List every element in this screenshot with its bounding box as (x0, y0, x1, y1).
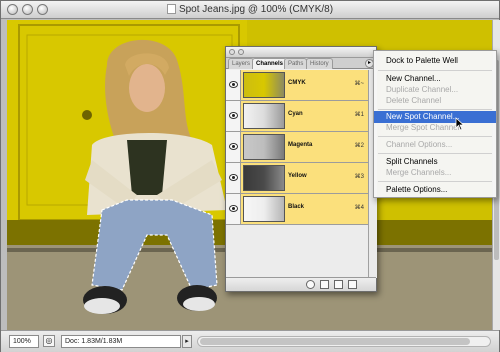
tab-paths[interactable]: Paths (284, 58, 308, 69)
hscroll-thumb[interactable] (200, 338, 470, 345)
load-selection-icon[interactable] (306, 280, 315, 289)
status-menu-arrow-icon[interactable]: ▸ (182, 335, 192, 348)
channel-name: Yellow (288, 173, 307, 179)
channel-row-yellow[interactable]: Yellow ⌘3 (226, 163, 368, 194)
channel-row-cmyk[interactable]: CMYK ⌘~ (226, 70, 368, 101)
channel-shortcut: ⌘1 (354, 112, 364, 118)
eye-icon (229, 112, 238, 119)
channel-thumbnail (243, 134, 285, 160)
palette-title-bar[interactable] (226, 47, 376, 58)
doc-size-readout: Doc: 1.83M/1.83M (61, 335, 181, 348)
document-icon (166, 4, 176, 14)
title-bar[interactable]: Spot Jeans.jpg @ 100% (CMYK/8) (1, 1, 499, 19)
status-info-icon[interactable]: ◎ (43, 335, 55, 347)
trash-icon[interactable] (348, 280, 357, 289)
channel-list: CMYK ⌘~ Cyan ⌘1 Magenta ⌘2 Yellow ⌘3 Bla… (226, 70, 368, 278)
visibility-toggle[interactable] (226, 132, 241, 162)
visibility-toggle[interactable] (226, 194, 241, 224)
visibility-toggle[interactable] (226, 163, 241, 193)
palette-close-button[interactable] (229, 49, 235, 55)
channel-list-empty-area (226, 225, 368, 278)
channel-name: Cyan (288, 111, 303, 117)
channel-name: Black (288, 204, 305, 210)
tab-channels[interactable]: Channels (252, 58, 288, 69)
menu-item-dock-to-palette-well[interactable]: Dock to Palette Well (374, 55, 496, 67)
menu-separator (378, 181, 492, 182)
menu-item-delete-channel[interactable]: Delete Channel (374, 95, 496, 107)
new-channel-icon[interactable] (334, 280, 343, 289)
zoom-field[interactable]: 100% (9, 335, 39, 348)
menu-item-palette-options[interactable]: Palette Options... (374, 184, 496, 196)
palette-collapse-button[interactable] (238, 49, 244, 55)
channel-thumbnail (243, 196, 285, 222)
channel-shortcut: ⌘3 (354, 174, 364, 180)
eye-icon (229, 205, 238, 212)
menu-separator (378, 153, 492, 154)
menu-item-merge-channels[interactable]: Merge Channels... (374, 167, 496, 179)
channels-palette: Layers Channels Paths History ▸ CMYK ⌘~ … (225, 46, 377, 292)
channel-thumbnail (243, 72, 285, 98)
eye-icon (229, 174, 238, 181)
status-bar: 100% ◎ Doc: 1.83M/1.83M ▸ (1, 330, 499, 352)
window-title-text: Spot Jeans.jpg @ 100% (CMYK/8) (178, 4, 334, 15)
channel-row-magenta[interactable]: Magenta ⌘2 (226, 132, 368, 163)
channel-thumbnail (243, 103, 285, 129)
window-title: Spot Jeans.jpg @ 100% (CMYK/8) (1, 4, 499, 15)
channel-name: Magenta (288, 142, 313, 148)
eye-icon (229, 143, 238, 150)
menu-item-channel-options[interactable]: Channel Options... (374, 139, 496, 151)
channel-shortcut: ⌘2 (354, 143, 364, 149)
mouse-pointer-icon (455, 117, 465, 131)
visibility-toggle[interactable] (226, 101, 241, 131)
horizontal-scrollbar[interactable] (197, 336, 491, 347)
channel-shortcut: ⌘~ (354, 81, 364, 87)
menu-separator (378, 109, 492, 110)
channel-name: CMYK (288, 80, 306, 86)
channel-shortcut: ⌘4 (354, 205, 364, 211)
palette-flyout-menu: Dock to Palette Well New Channel... Dupl… (373, 50, 497, 198)
channel-row-black[interactable]: Black ⌘4 (226, 194, 368, 225)
tab-history[interactable]: History (306, 58, 333, 69)
palette-button-bar (226, 277, 376, 291)
menu-item-merge-spot-channel[interactable]: Merge Spot Channel (374, 122, 496, 134)
save-selection-icon[interactable] (320, 280, 329, 289)
channel-thumbnail (243, 165, 285, 191)
tab-layers[interactable]: Layers (228, 58, 255, 69)
menu-separator (378, 136, 492, 137)
menu-separator (378, 70, 492, 71)
palette-tabs: Layers Channels Paths History ▸ (226, 58, 376, 69)
visibility-toggle[interactable] (226, 70, 241, 100)
channel-row-cyan[interactable]: Cyan ⌘1 (226, 101, 368, 132)
eye-icon (229, 81, 238, 88)
